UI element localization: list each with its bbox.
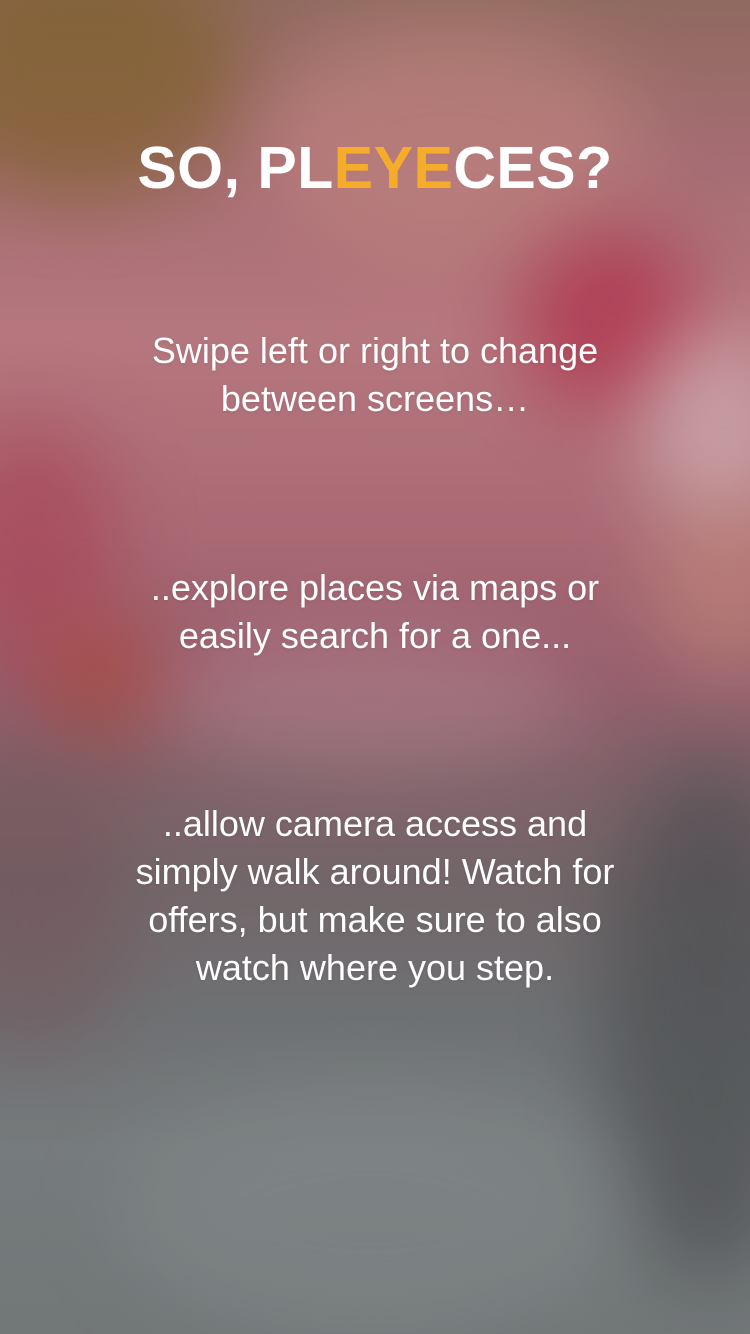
instruction-camera: ..allow camera access and simply walk ar…	[135, 803, 615, 988]
title-prefix: SO, PL	[137, 135, 334, 201]
title-suffix: CES?	[453, 135, 613, 201]
instruction-explore: ..explore places via maps or easily sear…	[150, 567, 600, 656]
onboarding-screen[interactable]: SO, PLEYECES? Swipe left or right to cha…	[0, 0, 750, 1334]
instruction-swipe: Swipe left or right to change between sc…	[151, 330, 599, 419]
page-title: SO, PLEYECES?	[0, 136, 750, 200]
title-accent-brand: EYE	[333, 135, 454, 201]
